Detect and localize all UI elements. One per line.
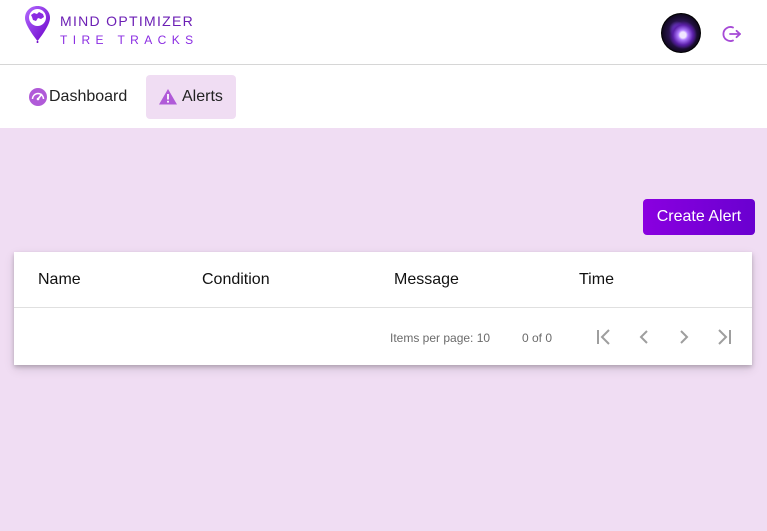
column-header-name[interactable]: Name (38, 271, 81, 289)
items-per-page-label: Items per page: (390, 331, 474, 345)
alerts-table-card: Name Condition Message Time Items per pa… (14, 252, 752, 365)
main-nav: Dashboard Alerts (0, 65, 767, 128)
column-header-time[interactable]: Time (579, 271, 614, 289)
items-per-page: Items per page: 10 (390, 331, 490, 345)
nav-item-dashboard[interactable]: Dashboard (22, 75, 133, 119)
warning-icon (159, 89, 177, 105)
nav-item-alerts[interactable]: Alerts (146, 75, 236, 119)
speedometer-icon (29, 88, 47, 106)
next-page-icon[interactable] (672, 325, 696, 349)
create-alert-button[interactable]: Create Alert (643, 199, 755, 235)
page-range-label: 0 of 0 (522, 331, 553, 345)
column-header-message[interactable]: Message (394, 271, 459, 289)
first-page-icon[interactable] (592, 325, 616, 349)
main-content: Create Alert Name Condition Message Time… (0, 128, 767, 531)
previous-page-icon[interactable] (632, 325, 656, 349)
column-header-condition[interactable]: Condition (202, 271, 270, 289)
brand-subtitle: TIRE TRACKS (60, 33, 199, 47)
logout-icon[interactable] (722, 24, 742, 44)
last-page-icon[interactable] (712, 325, 736, 349)
brand-title: MIND OPTIMIZER (60, 13, 195, 29)
location-pin-logo-icon (25, 6, 50, 43)
table-paginator: Items per page: 10 0 of 0 (14, 309, 752, 365)
nav-item-label: Alerts (182, 88, 223, 105)
user-avatar[interactable] (661, 13, 701, 53)
nav-item-label: Dashboard (49, 88, 128, 105)
app-header: MIND OPTIMIZER TIRE TRACKS (0, 0, 767, 65)
table-header-row: Name Condition Message Time (14, 252, 752, 308)
items-per-page-select[interactable]: 10 (477, 331, 490, 345)
